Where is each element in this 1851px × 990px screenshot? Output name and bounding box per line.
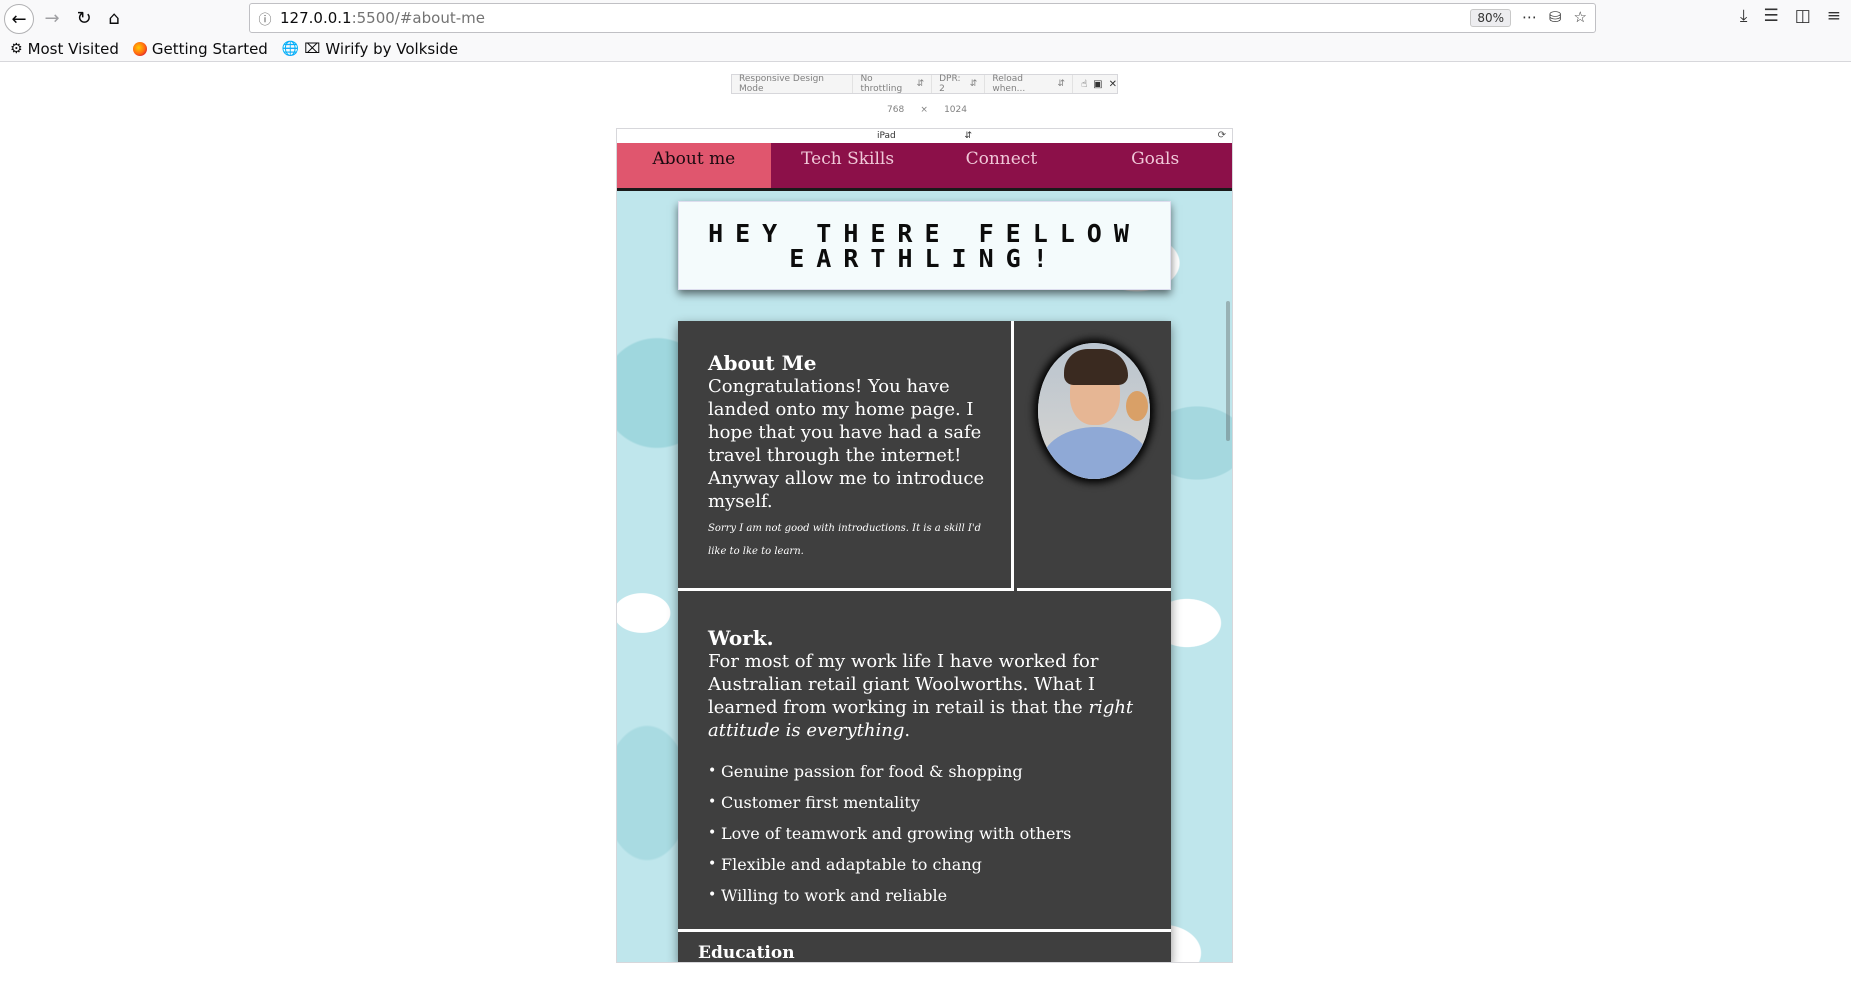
url-actions: ⋯ ⛁ ☆ [1522, 8, 1587, 26]
profile-photo-cell [1017, 321, 1171, 591]
page-scrollbar[interactable] [1226, 301, 1230, 441]
viewport-width[interactable]: 768 [887, 105, 904, 115]
hero-banner: Hey there fellow earthling! [678, 201, 1171, 290]
globe-icon: 🌐 [281, 40, 300, 57]
content-grid: About Me Congratulations! You have lande… [678, 321, 1171, 963]
rotate-icon[interactable]: ⟳ [1218, 130, 1226, 141]
site-navbar: About me Tech Skills Connect Goals [617, 143, 1232, 191]
about-note: Sorry I am not good with introductions. … [708, 523, 982, 557]
back-arrow-icon[interactable]: ← [4, 4, 34, 34]
device-select[interactable]: iPad ⇵ ⟳ [617, 129, 1232, 143]
rdm-title: Responsive Design Mode [732, 74, 854, 94]
dpr-select[interactable]: DPR: 2 ⇵ [932, 74, 986, 94]
site-info-icon[interactable]: ⓘ [250, 9, 280, 28]
work-heading: Work. [708, 626, 774, 650]
touch-simulation-icon[interactable]: ☝ [1081, 79, 1087, 90]
browser-toolbar: ← → ↻ ⌂ ⓘ 127.0.0.1:5500/#about-me 80% ⋯… [0, 0, 1851, 36]
page-actions-icon[interactable]: ⋯ [1522, 8, 1537, 26]
reload-icon[interactable]: ↻ [70, 4, 98, 32]
nav-about-me[interactable]: About me [617, 143, 771, 188]
rdm-icons: ☝ ▣ ✕ [1073, 79, 1117, 90]
viewport-height[interactable]: 1024 [944, 105, 967, 115]
gear-icon: ⚙ [10, 40, 23, 57]
toolbar-right: ⤓ ☰ ◫ ≡ [1740, 6, 1851, 26]
throttling-select[interactable]: No throttling ⇵ [853, 74, 933, 94]
menu-icon[interactable]: ≡ [1827, 6, 1841, 26]
bookmark-star-icon[interactable]: ☆ [1574, 8, 1587, 26]
bookmarklet-icon: ⌧ [304, 40, 321, 57]
home-icon[interactable]: ⌂ [100, 4, 128, 32]
work-text: For most of my work life I have worked f… [708, 651, 1134, 741]
url-bar[interactable]: ⓘ 127.0.0.1:5500/#about-me 80% ⋯ ⛁ ☆ [249, 3, 1596, 33]
page-viewport: About me Tech Skills Connect Goals Hey t… [617, 143, 1232, 963]
url-text: 127.0.0.1:5500/#about-me [280, 9, 485, 27]
list-item: Willing to work and reliable [708, 880, 1143, 911]
responsive-design-toolbar: Responsive Design Mode No throttling ⇵ D… [731, 74, 1118, 94]
pocket-icon[interactable]: ⛁ [1549, 8, 1562, 26]
firefox-icon [132, 41, 147, 56]
bookmarks-toolbar: ⚙ Most Visited Getting Started 🌐 ⌧ Wirify b… [0, 36, 1851, 62]
about-text: Congratulations! You have landed onto my… [708, 376, 985, 512]
sidebar-icon[interactable]: ◫ [1795, 6, 1811, 26]
close-icon[interactable]: ✕ [1109, 79, 1117, 90]
list-item: Customer first mentality [708, 787, 1143, 818]
about-me-section: About Me Congratulations! You have lande… [678, 321, 1014, 591]
reload-select[interactable]: Reload when... ⇵ [985, 74, 1074, 94]
nav-tech-skills[interactable]: Tech Skills [771, 143, 925, 188]
forward-arrow-icon[interactable]: → [38, 4, 66, 32]
device-frame: iPad ⇵ ⟳ About me Tech Skills Connect Go… [616, 128, 1233, 963]
about-heading: About Me [708, 351, 817, 375]
zoom-level-badge[interactable]: 80% [1470, 9, 1511, 27]
nav-connect[interactable]: Connect [925, 143, 1079, 188]
education-heading: Education [698, 943, 795, 963]
viewport-size: 768 × 1024 [887, 105, 967, 115]
nav-goals[interactable]: Goals [1078, 143, 1232, 188]
hero-title: Hey there fellow earthling! [708, 218, 1141, 273]
bookmark-most-visited[interactable]: ⚙ Most Visited [10, 40, 119, 58]
list-item: Genuine passion for food & shopping [708, 756, 1143, 787]
download-icon[interactable]: ⤓ [1740, 6, 1748, 26]
list-item: Love of teamwork and growing with others [708, 818, 1143, 849]
library-icon[interactable]: ☰ [1763, 6, 1778, 26]
work-list: Genuine passion for food & shopping Cust… [708, 756, 1143, 911]
bookmark-wirify[interactable]: 🌐 ⌧ Wirify by Volkside [282, 40, 458, 58]
size-separator: × [920, 105, 928, 115]
list-item: Flexible and adaptable to chang [708, 849, 1143, 880]
screenshot-icon[interactable]: ▣ [1093, 79, 1102, 90]
bookmark-getting-started[interactable]: Getting Started [132, 40, 268, 58]
work-section: Work. For most of my work life I have wo… [678, 594, 1171, 932]
profile-photo [1038, 343, 1150, 479]
